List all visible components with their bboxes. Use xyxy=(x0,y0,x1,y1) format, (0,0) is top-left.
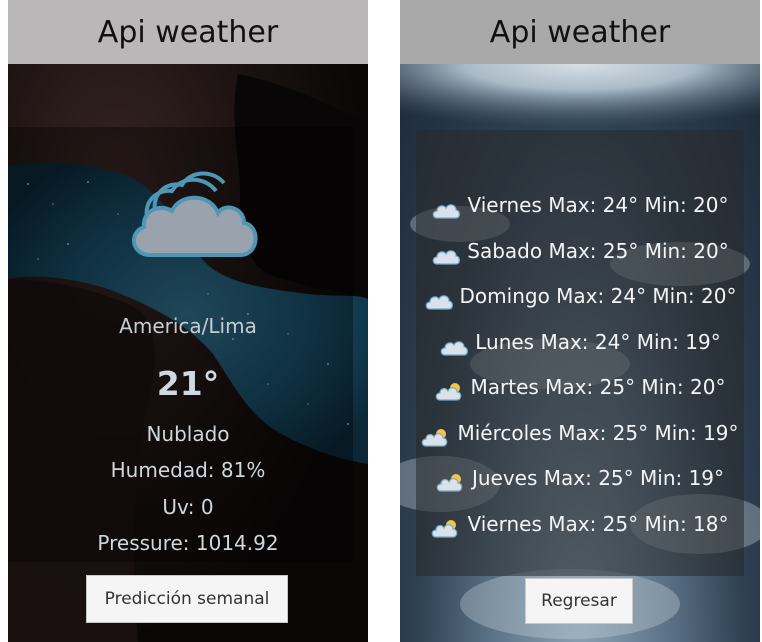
app-title: Api weather xyxy=(489,14,671,50)
app-header: Api weather xyxy=(400,0,760,64)
pressure-label: Pressure: 1014.92 xyxy=(97,531,279,555)
back-button[interactable]: Regresar xyxy=(525,578,633,624)
sun-cloud-icon xyxy=(435,377,465,415)
cloud-icon xyxy=(424,286,454,324)
forecast-day: Lunes Max: 24° Min: 19° xyxy=(416,324,744,370)
forecast-day-text: Sabado Max: 25° Min: 20° xyxy=(467,238,729,263)
forecast-day: Miércoles Max: 25° Min: 19° xyxy=(416,415,744,461)
cloud-icon xyxy=(439,332,469,370)
sun-cloud-icon xyxy=(421,423,451,461)
forecast-day: Martes Max: 25° Min: 20° xyxy=(416,369,744,415)
temperature-value: 21° xyxy=(156,364,220,403)
forecast-day-text: Domingo Max: 24° Min: 20° xyxy=(459,284,737,308)
city-label: America/Lima xyxy=(119,314,257,338)
forecast-day: Sabado Max: 25° Min: 20° xyxy=(416,233,744,279)
uv-label: Uv: 0 xyxy=(162,495,214,519)
forecast-day: Jueves Max: 25° Min: 19° xyxy=(416,460,744,506)
forecast-day: Domingo Max: 24° Min: 20° xyxy=(416,278,744,324)
forecast-day-text: Lunes Max: 24° Min: 19° xyxy=(475,329,721,354)
weekly-forecast-button[interactable]: Predicción semanal xyxy=(86,575,288,623)
forecast-day-text: Jueves Max: 25° Min: 19° xyxy=(471,466,725,490)
cloud-icon xyxy=(431,195,461,233)
condition-label: Nublado xyxy=(146,422,230,446)
sun-cloud-icon xyxy=(431,514,461,552)
forecast-day: Viernes Max: 24° Min: 20° xyxy=(416,187,744,233)
cloud-icon xyxy=(431,241,461,279)
cloud-icon xyxy=(120,163,262,267)
current-weather-panel: Api weather America/Lima 21° Nublado Hum… xyxy=(8,0,368,642)
sun-cloud-icon xyxy=(436,468,466,506)
forecast-day-text: Viernes Max: 24° Min: 20° xyxy=(467,193,729,217)
app-header: Api weather xyxy=(8,0,368,64)
forecast-day: Viernes Max: 25° Min: 18° xyxy=(416,506,744,552)
weekly-forecast-panel: Api weather Viernes Max: 24° Min: 20° Sa… xyxy=(400,0,760,642)
forecast-day-text: Miércoles Max: 25° Min: 19° xyxy=(457,420,739,445)
app-title: Api weather xyxy=(97,14,279,50)
humidity-label: Humedad: 81% xyxy=(110,458,266,482)
forecast-list: Viernes Max: 24° Min: 20° Sabado Max: 25… xyxy=(416,187,744,551)
forecast-day-text: Viernes Max: 25° Min: 18° xyxy=(467,511,729,536)
forecast-day-text: Martes Max: 25° Min: 20° xyxy=(470,375,726,399)
